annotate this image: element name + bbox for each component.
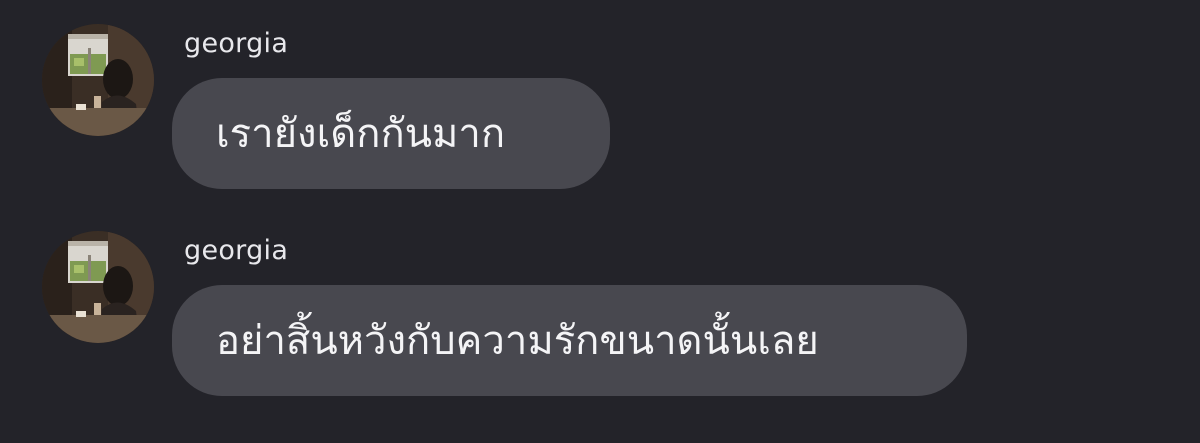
- sender-name: georgia: [184, 235, 289, 266]
- message-text: เรายังเด็กกันมาก: [216, 110, 506, 157]
- profile-photo-icon: [42, 231, 154, 343]
- sender-name: georgia: [184, 28, 289, 59]
- profile-photo-icon: [42, 24, 154, 136]
- message-bubble[interactable]: เรายังเด็กกันมาก: [172, 78, 610, 189]
- avatar[interactable]: [42, 24, 154, 136]
- message-text: อย่าสิ้นหวังกับความรักขนาดนั้นเลย: [216, 317, 819, 364]
- avatar[interactable]: [42, 231, 154, 343]
- message-bubble[interactable]: อย่าสิ้นหวังกับความรักขนาดนั้นเลย: [172, 285, 967, 396]
